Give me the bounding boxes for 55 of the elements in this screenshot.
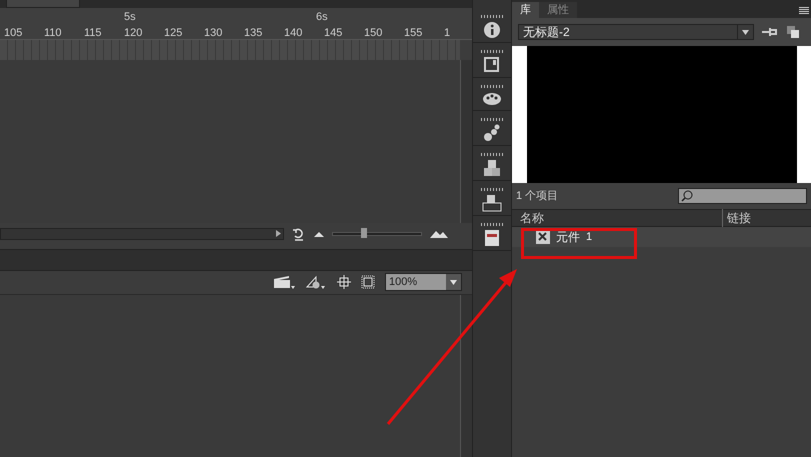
seconds-label: 5s (124, 10, 136, 25)
printer-icon[interactable] (482, 194, 502, 212)
grip-icon[interactable] (481, 118, 503, 121)
search-icon (681, 190, 693, 202)
page-icon[interactable] (483, 56, 501, 74)
frame-number: 120 (124, 26, 144, 41)
pin-icon[interactable] (762, 27, 778, 37)
grip-icon[interactable] (481, 50, 503, 53)
caret-icon[interactable] (450, 280, 457, 284)
grip-icon[interactable] (481, 223, 503, 226)
search-field[interactable] (678, 188, 807, 204)
graphic-symbol-icon (536, 230, 550, 244)
frame-number: 105 (4, 26, 24, 41)
seconds-label: 6s (316, 10, 328, 25)
frame-number: 150 (364, 26, 384, 41)
scrollbar[interactable] (460, 60, 472, 222)
stacked-blocks-icon[interactable] (483, 159, 501, 177)
panel-tab[interactable]: 属性 (539, 2, 577, 18)
shapes-icon[interactable] (305, 275, 327, 289)
item-count: 1 个项目 (516, 188, 558, 204)
grip-icon[interactable] (481, 153, 503, 156)
small-mountain-icon[interactable] (314, 230, 324, 236)
panel-tab[interactable]: 库 (512, 2, 539, 18)
document-icon[interactable] (484, 229, 500, 247)
document-dropdown[interactable]: 无标题-2 (518, 24, 754, 40)
zoom-dropdown[interactable]: 100% (385, 273, 462, 291)
right-arrow-icon[interactable] (276, 230, 281, 237)
frame-number: 1 (444, 26, 452, 41)
crosshair-icon[interactable] (337, 275, 351, 289)
clapperboard-icon[interactable] (273, 275, 295, 289)
column-header[interactable]: 名称 (512, 209, 722, 227)
palette-icon[interactable] (482, 91, 502, 107)
zoom-slider-thumb[interactable] (361, 228, 368, 238)
menu-icon[interactable] (799, 7, 809, 14)
large-mountain-icon[interactable] (430, 230, 448, 238)
grip-icon[interactable] (481, 188, 503, 191)
frame-number: 125 (164, 26, 184, 41)
frame-number: 130 (204, 26, 224, 41)
frame-number: 115 (84, 26, 103, 41)
dots-icon[interactable] (483, 124, 501, 142)
loop-icon[interactable] (292, 226, 306, 240)
frame-number: 135 (244, 26, 264, 41)
horizontal-scrollbar[interactable] (0, 228, 284, 240)
frame-number: 110 (44, 26, 63, 41)
caret-icon[interactable] (742, 30, 749, 34)
grip-icon[interactable] (481, 15, 503, 18)
clip-frame-icon[interactable] (361, 275, 375, 289)
frame-number: 145 (324, 26, 344, 41)
frame-number: 155 (404, 26, 424, 41)
scrollbar[interactable] (460, 294, 472, 457)
library-item[interactable]: 元件 1 (512, 227, 811, 247)
grip-icon[interactable] (481, 85, 503, 88)
new-panel-icon[interactable] (786, 25, 800, 39)
info-icon[interactable] (483, 21, 501, 39)
frame-number: 140 (284, 26, 304, 41)
